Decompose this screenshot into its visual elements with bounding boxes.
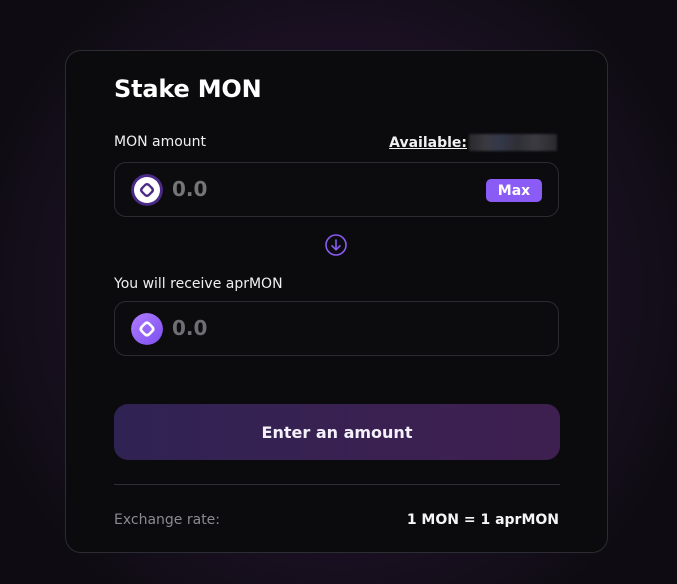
- exchange-rate-value: 1 MON = 1 aprMON: [406, 512, 559, 528]
- arrow-down-circle-icon[interactable]: [325, 234, 347, 256]
- aprmon-token-icon: [131, 313, 163, 345]
- blurred-balance-value: [469, 134, 557, 151]
- aprmon-receive-value: 0.0: [172, 316, 208, 340]
- mon-amount-label: MON amount: [114, 134, 207, 150]
- mon-amount-field[interactable]: Max: [114, 162, 559, 217]
- divider: [114, 484, 560, 485]
- page-title: Stake MON: [114, 75, 262, 103]
- receive-label: You will receive aprMON: [114, 276, 283, 292]
- enter-amount-button[interactable]: Enter an amount: [114, 404, 560, 460]
- mon-amount-input[interactable]: [172, 177, 422, 201]
- mon-token-icon: [131, 174, 163, 206]
- available-label: Available:: [389, 134, 467, 151]
- stake-card: Stake MON MON amount Available: Max You …: [65, 50, 608, 553]
- aprmon-receive-field: 0.0: [114, 301, 559, 356]
- exchange-rate-label: Exchange rate:: [114, 512, 221, 528]
- max-button[interactable]: Max: [486, 179, 542, 202]
- available-balance[interactable]: Available:: [389, 134, 557, 151]
